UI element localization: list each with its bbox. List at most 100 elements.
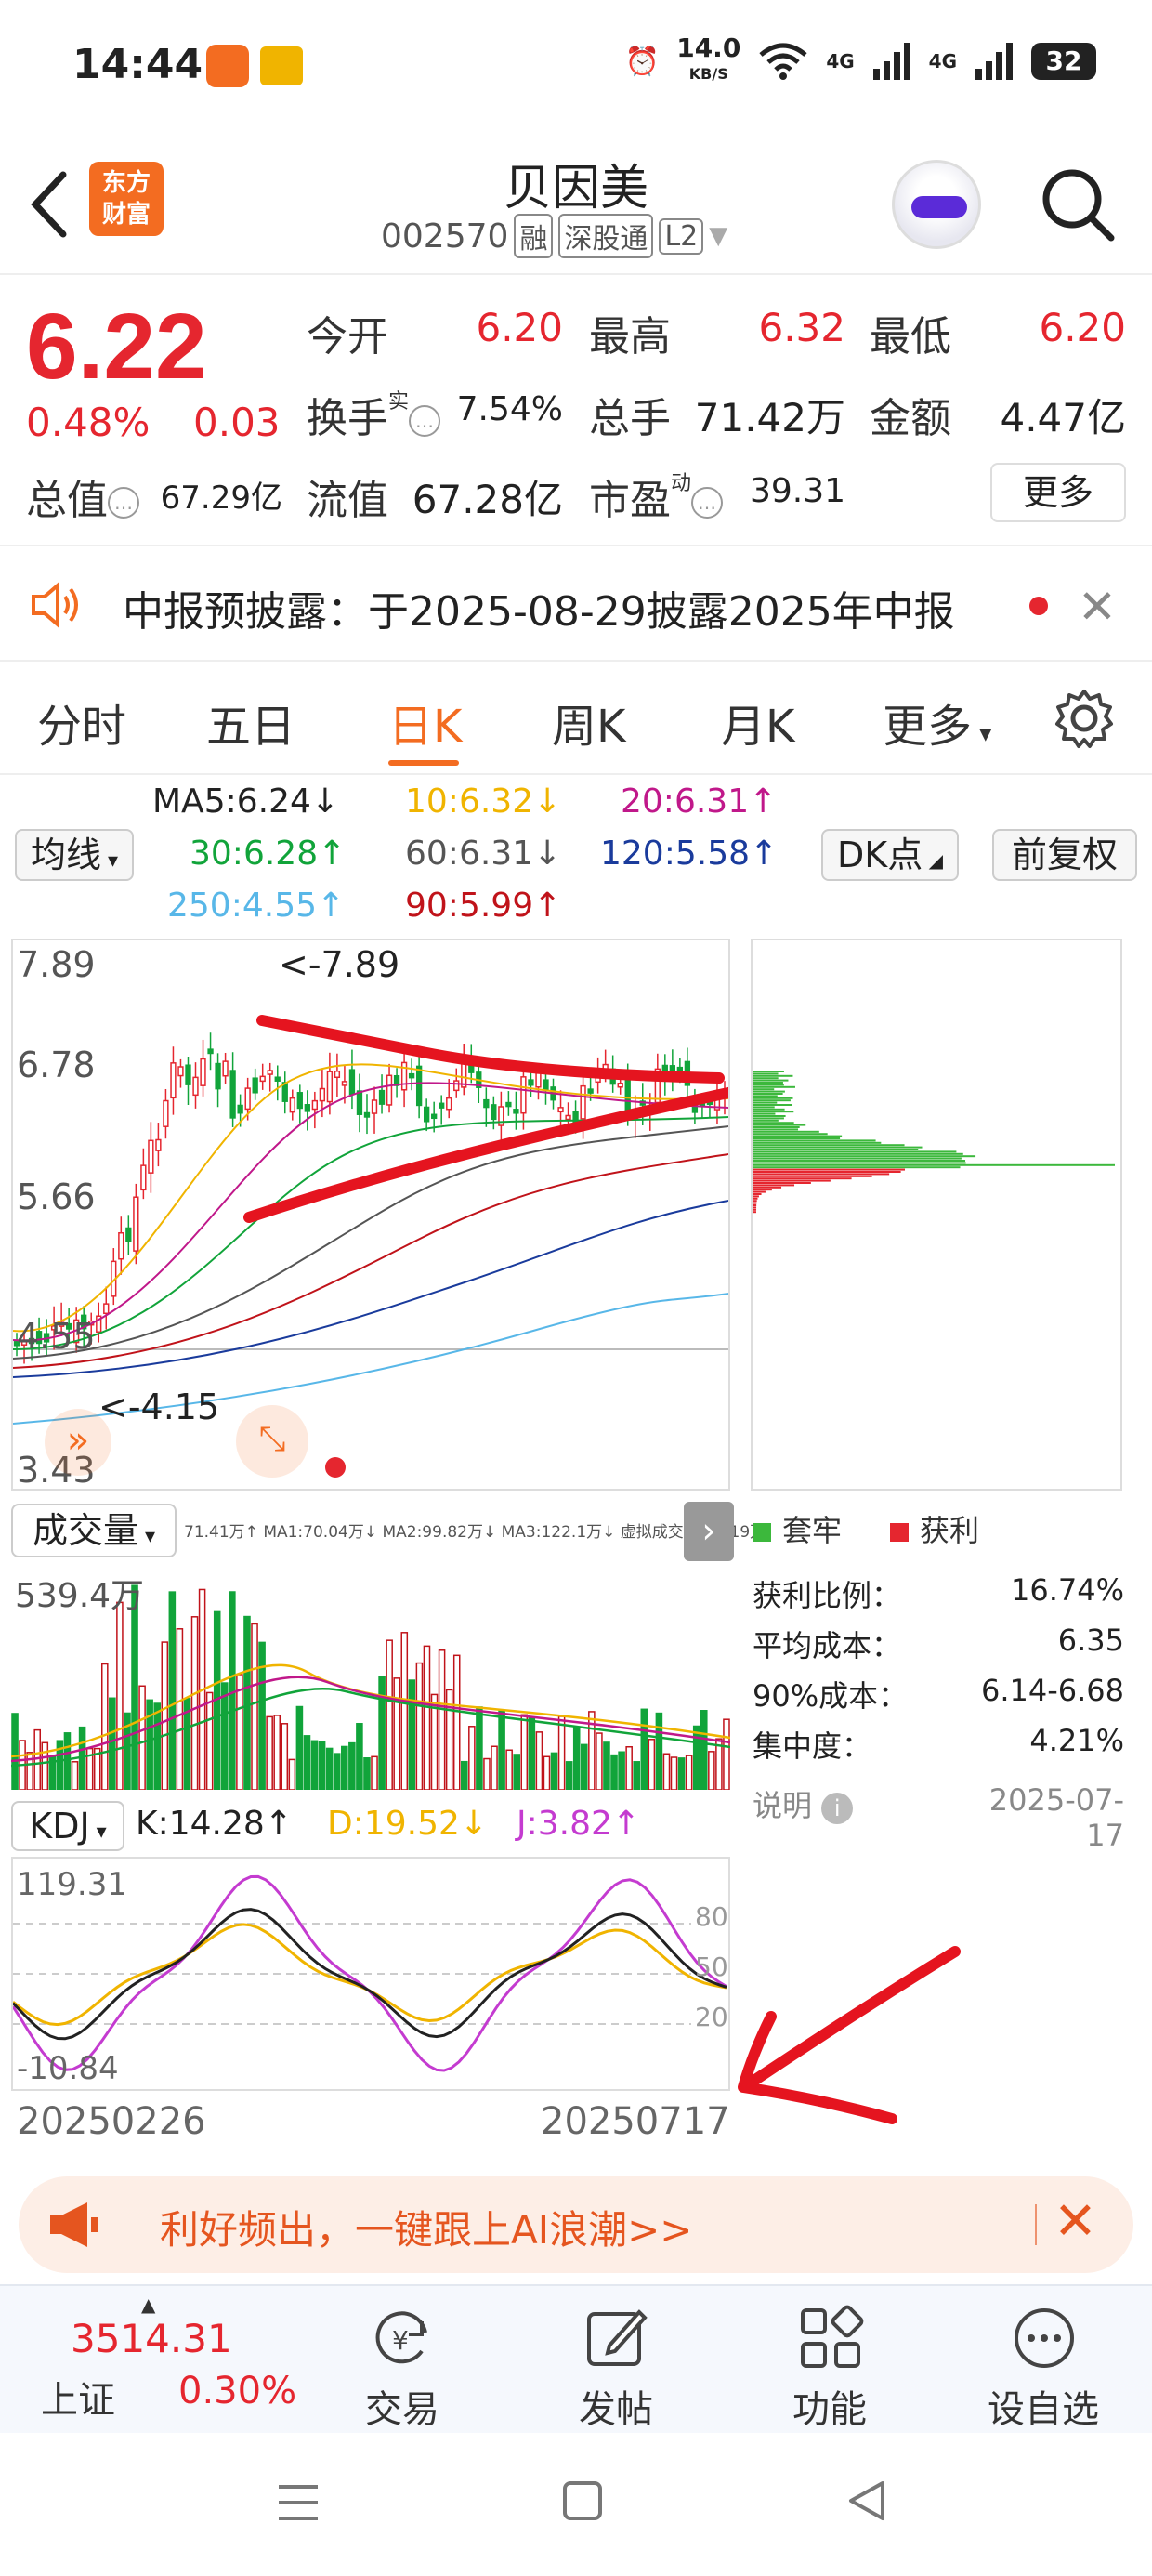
high-value: 6.32 bbox=[758, 305, 845, 350]
candle bbox=[289, 1097, 295, 1113]
chip-bar-trapped bbox=[753, 1166, 961, 1169]
expand-left-icon[interactable]: » bbox=[45, 1409, 111, 1476]
gear-icon[interactable] bbox=[1052, 686, 1117, 751]
kdj-chart[interactable]: 119.31 -10.84 80 50 20 bbox=[11, 1857, 730, 2091]
volume-bar bbox=[205, 1691, 214, 1790]
close-icon[interactable]: ✕ bbox=[1054, 2191, 1097, 2252]
explain-link[interactable]: 说明 i bbox=[753, 1782, 854, 1825]
candle bbox=[348, 1069, 356, 1096]
trade-label: 交易 bbox=[365, 2388, 439, 2431]
volume-max-label: 539.4万 bbox=[15, 1577, 145, 1615]
tab-intraday[interactable]: 分时 bbox=[37, 690, 126, 755]
volume-bar bbox=[356, 1723, 363, 1790]
promo-banner[interactable]: 利好频出，一键跟上AI浪潮>> ✕ bbox=[19, 2176, 1133, 2273]
speaker-icon bbox=[32, 581, 78, 629]
volume-bar bbox=[281, 1723, 289, 1790]
stock-subtitle[interactable]: 002570 融 深股通 L2 ▼ bbox=[381, 214, 727, 258]
candle bbox=[557, 1107, 564, 1113]
volume-header: 成交量 ▾ 71.41万↑ MA1:70.04万↓ MA2:99.82万↓ MA… bbox=[11, 1498, 766, 1561]
index-change: 0.30% bbox=[178, 2370, 297, 2412]
volume-bar bbox=[378, 1676, 386, 1790]
stat-90-cost: 90%成本： 6.14-6.68 bbox=[753, 1673, 1124, 1714]
candle bbox=[222, 1060, 229, 1077]
price-adjust-button[interactable]: 前复权 bbox=[992, 829, 1137, 881]
candle bbox=[520, 1076, 527, 1114]
volume-bar bbox=[11, 1713, 19, 1790]
candle bbox=[133, 1196, 139, 1252]
volume-bar bbox=[633, 1761, 640, 1790]
add-watchlist-button[interactable]: 设自选 bbox=[936, 2286, 1150, 2435]
high-marker: <-7.89 bbox=[279, 944, 400, 985]
volume-bar bbox=[565, 1761, 573, 1790]
volume-selector[interactable]: 成交量 ▾ bbox=[11, 1504, 177, 1557]
volume-bar bbox=[581, 1743, 588, 1790]
post-button[interactable]: 发帖 bbox=[509, 2286, 723, 2435]
wifi-icon bbox=[759, 43, 807, 80]
candle bbox=[676, 1066, 684, 1072]
change-percent: 0.48% bbox=[26, 400, 151, 445]
chip-bar-trapped bbox=[753, 1139, 876, 1142]
volume-bar bbox=[550, 1752, 558, 1790]
more-button[interactable]: 更多 bbox=[990, 463, 1126, 522]
chip-bar-trapped bbox=[753, 1119, 779, 1122]
index-ticker[interactable]: ▲ 3514.31 上证 0.30% bbox=[0, 2286, 296, 2435]
fullscreen-icon[interactable]: ⤡ bbox=[236, 1405, 308, 1478]
candle bbox=[274, 1076, 281, 1082]
ma-selector[interactable]: 均线 ▾ bbox=[15, 829, 134, 881]
kline-chart[interactable]: 7.89 6.78 5.66 4.55 3.43 <-7.89 <-4.15 »… bbox=[11, 939, 730, 1491]
chip-bar-trapped bbox=[753, 1163, 1115, 1166]
pe-value: 39.31 bbox=[749, 472, 845, 510]
chip-distribution-chart[interactable] bbox=[751, 939, 1122, 1491]
functions-button[interactable]: 功能 bbox=[723, 2286, 936, 2435]
volume-bar bbox=[258, 1641, 266, 1790]
home-icon[interactable] bbox=[561, 2479, 604, 2522]
chip-bar-trapped bbox=[753, 1088, 775, 1091]
close-icon[interactable]: ✕ bbox=[1078, 580, 1117, 634]
chip-bar-profit bbox=[753, 1184, 795, 1187]
volume-bar bbox=[273, 1715, 281, 1790]
notice-bar[interactable]: 中报预披露：于2025-08-29披露2025年中报 ✕ bbox=[0, 548, 1152, 662]
tab-five-day[interactable]: 五日 bbox=[206, 690, 295, 755]
tab-monthly-k[interactable]: 月K bbox=[721, 690, 794, 755]
tab-more[interactable]: 更多 ▾ bbox=[883, 690, 991, 755]
dk-point-button[interactable]: DK点 ◢ bbox=[821, 829, 959, 881]
back-icon[interactable] bbox=[845, 2479, 888, 2522]
date-start: 20250226 bbox=[17, 2100, 206, 2143]
chip-bar-trapped bbox=[753, 1141, 882, 1144]
candle bbox=[439, 1102, 445, 1109]
info-icon[interactable]: … bbox=[108, 487, 139, 519]
chip-bar-profit bbox=[753, 1206, 757, 1209]
y-label-4: 4.55 bbox=[17, 1316, 96, 1357]
kdj-k-value: K:14.28↑ bbox=[136, 1805, 293, 1843]
chevron-right-icon[interactable]: › bbox=[684, 1502, 734, 1561]
grid-icon bbox=[801, 2305, 864, 2368]
volume-bar bbox=[708, 1751, 715, 1790]
trade-button[interactable]: ¥ 交易 bbox=[295, 2286, 509, 2435]
amount-value: 4.47亿 bbox=[1000, 395, 1126, 440]
info-icon[interactable]: … bbox=[409, 405, 441, 437]
volume-bar bbox=[161, 1641, 169, 1790]
search-icon[interactable] bbox=[1039, 165, 1117, 243]
notice-text: 中报预披露：于2025-08-29披露2025年中报 bbox=[123, 588, 955, 636]
volume-label: 总手 bbox=[589, 395, 671, 442]
info-icon[interactable]: … bbox=[691, 487, 724, 519]
chip-bar-trapped bbox=[753, 1071, 784, 1072]
chip-bar-trapped bbox=[753, 1122, 794, 1124]
volume-bar bbox=[505, 1749, 513, 1790]
kdj-selector[interactable]: KDJ ▾ bbox=[11, 1801, 124, 1851]
menu-icon[interactable] bbox=[275, 2481, 321, 2524]
change-value: 0.03 bbox=[193, 400, 281, 445]
candle bbox=[446, 1097, 452, 1111]
candle bbox=[408, 1072, 415, 1079]
y-label-2: 6.78 bbox=[17, 1045, 96, 1085]
open-label: 今开 bbox=[307, 313, 388, 361]
ai-assistant-avatar[interactable] bbox=[892, 160, 981, 249]
candle bbox=[431, 1113, 438, 1120]
volume-chart[interactable]: 539.4万 bbox=[11, 1561, 730, 1790]
y-label-top: 7.89 bbox=[17, 944, 96, 985]
chip-bar-profit bbox=[753, 1179, 831, 1182]
volume-bar bbox=[221, 1682, 229, 1790]
connect-tag: 深股通 bbox=[558, 214, 654, 258]
tab-daily-k[interactable]: 日K bbox=[388, 690, 462, 755]
tab-weekly-k[interactable]: 周K bbox=[552, 690, 625, 755]
